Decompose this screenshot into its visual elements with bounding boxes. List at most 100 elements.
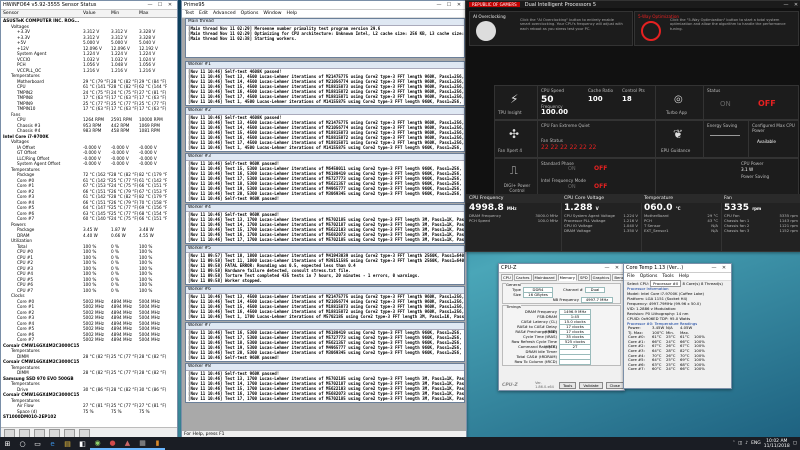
menu-options[interactable]: Options: [241, 11, 259, 16]
cpuz-taskbar-icon[interactable]: ▦: [135, 437, 150, 450]
status-on-toggle[interactable]: ON: [720, 100, 731, 108]
menu-test[interactable]: Test: [185, 11, 194, 16]
network-icon[interactable]: ◫: [738, 441, 742, 446]
minimize-icon[interactable]: —: [781, 2, 791, 8]
sensor-table-header[interactable]: Sensor Value Min Max: [1, 10, 177, 18]
notifications-icon[interactable]: ▢: [793, 441, 797, 446]
close-icon[interactable]: ✕: [165, 2, 175, 8]
prime95-taskbar-icon[interactable]: ●: [105, 437, 120, 450]
maximize-icon[interactable]: ☐: [444, 2, 454, 8]
menu-advanced[interactable]: Advanced: [213, 11, 236, 16]
edge-icon[interactable]: e: [45, 437, 60, 450]
worker-window[interactable]: Worker #7 [Nov 11 10:46] Test 16, 5300 Lu…: [185, 322, 465, 362]
close-icon[interactable]: ✕: [791, 2, 800, 8]
status-panel[interactable]: Status ON OFF: [703, 85, 799, 120]
optimization-icon[interactable]: [641, 21, 661, 41]
tab-memory[interactable]: Memory: [557, 274, 578, 281]
menu-help[interactable]: Help: [287, 11, 297, 16]
col-max[interactable]: Max: [139, 11, 167, 16]
rog-logo: REPUBLIC OF GAMERS: [469, 2, 520, 7]
asus-taskbar-icon[interactable]: ▲: [120, 437, 135, 450]
tab-mainboard[interactable]: Mainboard: [532, 274, 557, 281]
monitor-item-value: 1.350 V: [623, 228, 638, 233]
volume-icon[interactable]: ♪: [745, 441, 748, 446]
tab-spd[interactable]: SPD: [578, 274, 590, 281]
main-thread-window[interactable]: Main thread [Main thread Nov 11 02:29] M…: [185, 18, 465, 58]
fan-xpert-tile[interactable]: ✣ Fan Xpert 4: [494, 120, 539, 158]
worker-window[interactable]: Worker #2 [Nov 11 10:46] Self-test 4608K …: [185, 107, 465, 152]
turbo-app-tile[interactable]: ◎ Turbo App: [655, 85, 705, 120]
worker-window[interactable]: Worker #5 [Nov 11 09:57] Test 10, 1800 Lu…: [185, 245, 465, 285]
cpu-frequency-cell[interactable]: CPU Frequency 4998.8 MHz DRAM Frequency 3…: [466, 194, 562, 251]
asus-titlebar[interactable]: REPUBLIC OF GAMERS Dual Intelligent Proc…: [466, 1, 800, 8]
asus-dip5-window[interactable]: REPUBLIC OF GAMERS Dual Intelligent Proc…: [465, 0, 800, 252]
close-button[interactable]: Close: [605, 381, 624, 389]
fan-cell[interactable]: Fan 5335 rpm CPU Fan 5335 rpm Chassis fan …: [721, 194, 800, 251]
menu-window[interactable]: Window: [263, 11, 281, 16]
5way-optimization-panel[interactable]: 5-Way Optimization Click the "5-Way Opti…: [634, 11, 799, 46]
task-view-icon[interactable]: ▭: [30, 437, 45, 450]
cpu-voltage-cell[interactable]: CPU Core Voltage 1.288 V CPU System Agen…: [561, 194, 642, 251]
digi-power-tile[interactable]: ⎍ DIGI+ Power Control: [494, 158, 539, 195]
intel-on[interactable]: ON: [568, 184, 576, 190]
close-icon[interactable]: ✕: [454, 2, 464, 8]
hwinfo-window[interactable]: HWiNFO64 v5.92-3555 Sensor Status — ☐ ✕ …: [0, 0, 178, 439]
tab-caches[interactable]: Caches: [513, 274, 532, 281]
tpu-insight-tile[interactable]: ⚡ TPU Insight: [494, 85, 539, 120]
hwinfo-taskbar-icon[interactable]: ◉: [90, 437, 105, 450]
sensor-row[interactable]: ST1000DM010-2EP102: [1, 414, 177, 420]
cpuz-titlebar[interactable]: CPU-Z — ✕: [499, 264, 624, 273]
file-explorer-icon[interactable]: ▤: [60, 437, 75, 450]
prime95-titlebar[interactable]: Prime95 — ☐ ✕: [182, 1, 466, 10]
coretemp-titlebar[interactable]: Core Temp 1.13 (Ver...) — ✕: [624, 264, 731, 273]
log-line: [Nov 11 10:46] Self-test 960K passed!: [188, 195, 280, 201]
windows-start-icon[interactable]: ⊞: [0, 437, 15, 450]
cpuz-window[interactable]: CPU-Z — ✕ CPU Caches Mainboard Memory SPD Gra…: [498, 263, 625, 391]
prime95-window[interactable]: Prime95 — ☐ ✕ Test Edit Advanced Options…: [181, 0, 467, 439]
search-icon[interactable]: ○: [15, 437, 30, 450]
maximize-icon[interactable]: ☐: [155, 2, 165, 8]
brain-icon[interactable]: [476, 21, 496, 41]
minimize-icon[interactable]: —: [434, 2, 444, 8]
col-value[interactable]: Value: [83, 11, 111, 16]
tab-cpu[interactable]: CPU: [501, 274, 513, 281]
ai-overclocking-panel[interactable]: AI Overclocking Click the "AI Overclocki…: [469, 11, 633, 46]
col-min[interactable]: Min: [111, 11, 139, 16]
coretemp-window[interactable]: Core Temp 1.13 (Ver...) — ✕ File Options…: [623, 263, 732, 389]
hwinfo-titlebar[interactable]: HWiNFO64 v5.92-3555 Sensor Status — ☐ ✕: [1, 1, 177, 10]
tab-graphics[interactable]: Graphics: [590, 274, 612, 281]
worker-window[interactable]: Worker #4 [Nov 11 10:46] Self-test 960K p…: [185, 204, 465, 244]
temperature-cell[interactable]: Temperature 060.0 °C MotherBoard 29 °C PCH…: [641, 194, 722, 251]
phase-on[interactable]: ON: [568, 166, 576, 172]
menu-options[interactable]: Options: [640, 274, 658, 279]
sensor-list[interactable]: ASUSTeK COMPUTER INC. ROG... Voltages +3.3…: [1, 18, 177, 420]
close-icon[interactable]: ✕: [612, 265, 622, 271]
worker-window[interactable]: Worker #8 [Nov 11 10:46] Self-test 960K p…: [185, 363, 465, 403]
close-icon[interactable]: ✕: [719, 265, 729, 271]
coretemp-taskbar-icon[interactable]: ▮: [150, 437, 165, 450]
menu-tools[interactable]: Tools: [662, 274, 673, 279]
worker-window[interactable]: Worker #6 [Nov 11 10:46] Test 13, 4500 Lu…: [185, 286, 465, 321]
menu-edit[interactable]: Edit: [199, 11, 208, 16]
col-sensor[interactable]: Sensor: [3, 11, 83, 16]
worker-window[interactable]: Worker #3 [Nov 11 10:46] Self-test 960K p…: [185, 153, 465, 203]
phase-off[interactable]: OFF: [594, 165, 607, 172]
tools-button[interactable]: Tools: [558, 381, 577, 389]
menu-file[interactable]: File: [627, 274, 635, 279]
validate-button[interactable]: Validate: [579, 381, 603, 389]
energy-slider[interactable]: [710, 135, 740, 136]
intel-off[interactable]: OFF: [594, 183, 607, 190]
status-off-toggle[interactable]: OFF: [758, 99, 776, 108]
language-indicator[interactable]: ENG: [751, 441, 761, 446]
epu-tile[interactable]: ❦ EPU Guidance: [655, 120, 705, 158]
store-icon[interactable]: ◧: [75, 437, 90, 450]
minimize-icon[interactable]: —: [145, 2, 155, 8]
minimize-icon[interactable]: —: [602, 265, 612, 271]
timings-legend: Timings: [506, 304, 521, 309]
minimize-icon[interactable]: —: [709, 265, 719, 271]
worker-window[interactable]: Worker #1 [Nov 11 10:46] Self-test 4608K …: [185, 61, 465, 106]
menu-help[interactable]: Help: [679, 274, 689, 279]
fan-icon: ✣: [509, 127, 520, 141]
clock[interactable]: 10:02 AM 11/11/2018: [764, 439, 790, 449]
tray-up-icon[interactable]: ˄: [733, 441, 735, 446]
